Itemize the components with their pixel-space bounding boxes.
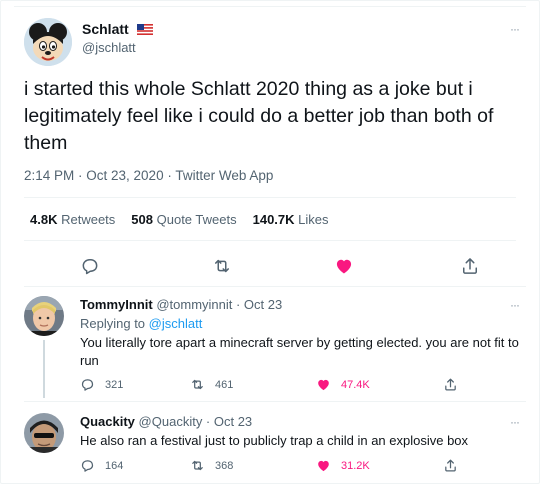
tweet-timestamp[interactable]: 2:14 PM · Oct 23, 2020 · Twitter Web App (24, 168, 273, 183)
likes-label: Likes (298, 212, 329, 227)
divider (24, 286, 526, 287)
author-name-text[interactable]: Schlatt (82, 21, 129, 37)
like-button[interactable] (334, 256, 354, 276)
tweet-text: i started this whole Schlatt 2020 thing … (24, 78, 494, 154)
quote-tweets-count: 508 (131, 212, 153, 227)
more-icon[interactable]: ··· (510, 22, 520, 36)
quote-tweets-label: Quote Tweets (156, 212, 237, 227)
share-icon (445, 459, 456, 472)
retweet-icon (192, 460, 203, 471)
divider (24, 401, 526, 402)
retweets-count: 4.8K (30, 212, 58, 227)
retweets-stat[interactable]: 4.8K Retweets (30, 212, 115, 227)
retweet-icon (192, 379, 203, 390)
reply-button[interactable]: 321 (80, 377, 123, 392)
author-avatar[interactable] (24, 18, 72, 66)
like-button[interactable]: 47.4K (316, 377, 370, 392)
likes-count: 140.7K (252, 212, 295, 227)
reply-count: 321 (105, 378, 124, 391)
reply-text: He also ran a festival just to publicly … (80, 433, 469, 448)
share-button[interactable] (460, 256, 480, 276)
quote-tweets-stat[interactable]: 508 Quote Tweets (131, 212, 236, 227)
author-name[interactable]: Schlatt (82, 21, 153, 38)
reply-icon (81, 460, 94, 472)
reply-author-name[interactable]: Quackity (80, 414, 135, 429)
retweet-count: 461 (215, 378, 234, 391)
reply-author-handle[interactable]: @tommyinnit · Oct 23 (156, 297, 282, 312)
share-button[interactable] (443, 458, 468, 473)
more-icon[interactable]: ··· (510, 415, 520, 429)
reply-header: Quackity @Quackity · Oct 23 (80, 414, 252, 429)
reply-count: 164 (105, 459, 124, 472)
replying-to: Replying to @jschlatt (80, 316, 202, 331)
retweet-button[interactable]: 368 (190, 458, 233, 473)
heart-icon (336, 259, 352, 274)
more-icon[interactable]: ··· (510, 298, 520, 312)
retweets-label: Retweets (61, 212, 116, 227)
divider (24, 240, 516, 241)
share-button[interactable] (443, 377, 468, 392)
likes-stat[interactable]: 140.7K Likes (253, 212, 329, 227)
retweet-icon (215, 259, 229, 273)
replying-to-prefix: Replying to (80, 316, 149, 331)
replying-to-link[interactable]: @jschlatt (149, 316, 203, 331)
thread-line (43, 340, 45, 398)
reply-button[interactable] (80, 256, 100, 276)
retweet-button[interactable] (212, 256, 232, 276)
tweet-stats: 4.8K Retweets 508 Quote Tweets 140.7K Like… (30, 212, 329, 227)
share-icon (463, 258, 477, 274)
retweet-count: 368 (215, 459, 234, 472)
reply-author-handle[interactable]: @Quackity · Oct 23 (139, 414, 253, 429)
reply-header: TommyInnit @tommyinnit · Oct 23 (80, 297, 282, 312)
reply-text: You literally tore apart a minecraft ser… (80, 335, 519, 368)
us-flag-icon (136, 22, 153, 38)
author-handle[interactable]: @jschlatt (82, 40, 136, 55)
heart-icon (318, 460, 329, 472)
tweet-card (0, 0, 540, 484)
reply-button[interactable]: 164 (80, 458, 123, 473)
heart-icon (318, 379, 329, 391)
reply-icon (82, 259, 98, 275)
divider (24, 197, 516, 198)
reply-avatar[interactable] (24, 296, 64, 336)
share-icon (445, 378, 456, 391)
reply-author-name[interactable]: TommyInnit (80, 297, 153, 312)
like-button[interactable]: 31.2K (316, 458, 370, 473)
like-count: 47.4K (341, 378, 370, 391)
reply-avatar[interactable] (24, 413, 64, 453)
like-count: 31.2K (341, 459, 370, 472)
reply-icon (81, 379, 94, 391)
retweet-button[interactable]: 461 (190, 377, 233, 392)
top-divider (14, 6, 526, 7)
